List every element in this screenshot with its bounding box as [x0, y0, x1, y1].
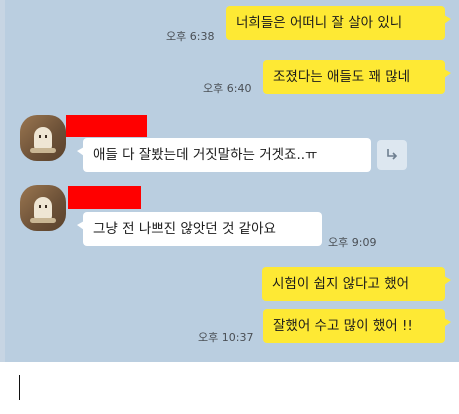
- share-forward-icon[interactable]: [377, 140, 407, 170]
- message-time: 오후 10:37: [198, 331, 254, 344]
- profile-avatar[interactable]: [20, 185, 66, 231]
- message-bubble-received[interactable]: 애들 다 잘봤는데 거짓말하는 거겟죠..ㅠ: [77, 138, 371, 172]
- avatar-base: [30, 148, 56, 153]
- message-input[interactable]: [0, 362, 459, 414]
- message-bubble-sent[interactable]: 조졌다는 애들도 꽤 많네: [263, 60, 451, 94]
- share-forward-glyph: [387, 149, 398, 160]
- text-caret: [19, 375, 20, 400]
- profile-avatar[interactable]: [20, 115, 66, 161]
- redacted-sender-name: [68, 186, 141, 209]
- message-bubble-received[interactable]: 그냥 전 나쁘진 않앗던 것 같아요: [77, 212, 322, 246]
- avatar-base: [30, 218, 56, 223]
- chat-area[interactable]: 오후 6:38 너희들은 어떠니 잘 살아 있니 오후 6:40 조졌다는 애들…: [0, 0, 459, 362]
- message-bubble-sent[interactable]: 시험이 쉽지 않다고 했어: [262, 267, 451, 301]
- message-time: 오후 6:38: [166, 30, 215, 43]
- message-bubble-sent[interactable]: 너희들은 어떠니 잘 살아 있니: [226, 6, 451, 40]
- message-bubble-sent[interactable]: 잘했어 수고 많이 했어 !!: [263, 309, 451, 343]
- redacted-sender-name: [66, 115, 147, 137]
- scroll-edge: [0, 0, 5, 362]
- message-time: 오후 6:40: [203, 82, 252, 95]
- message-time: 오후 9:09: [328, 236, 377, 249]
